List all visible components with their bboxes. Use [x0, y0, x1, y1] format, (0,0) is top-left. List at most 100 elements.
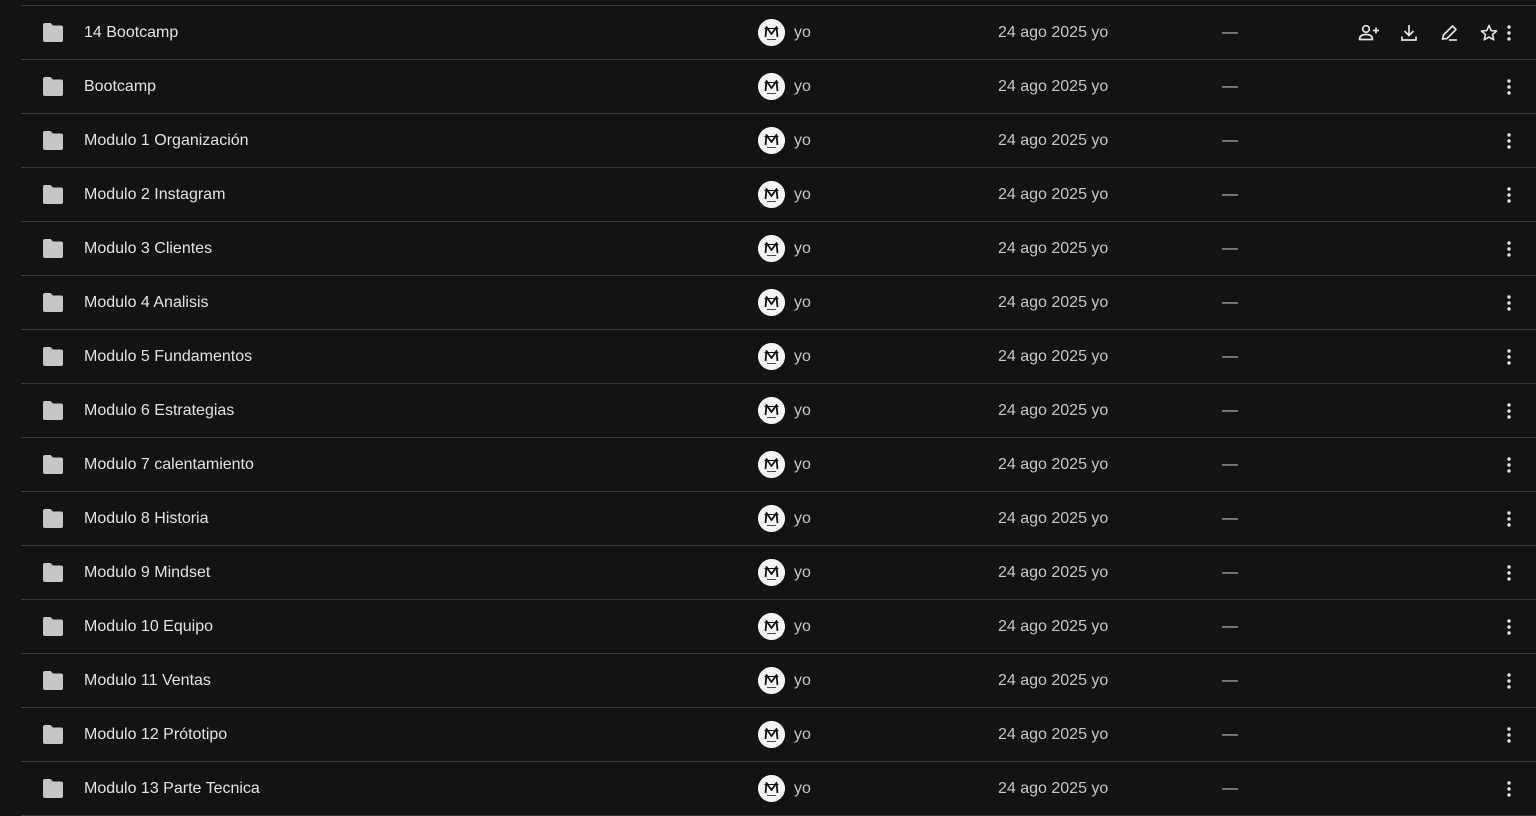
file-size: — — [1222, 780, 1238, 797]
file-size: — — [1222, 78, 1238, 95]
avatar[interactable] — [758, 181, 785, 208]
download-icon[interactable] — [1395, 19, 1423, 47]
avatar[interactable] — [758, 19, 785, 46]
avatar[interactable] — [758, 667, 785, 694]
avatar[interactable] — [758, 127, 785, 154]
file-name[interactable]: Modulo 2 Instagram — [84, 168, 225, 221]
file-name[interactable]: Modulo 5 Fundamentos — [84, 330, 252, 383]
file-size: — — [1222, 726, 1238, 743]
file-name[interactable]: Modulo 13 Parte Tecnica — [84, 762, 260, 815]
table-row[interactable]: 14 Bootcamp yo 24 ago 2025 yo — — [21, 6, 1536, 60]
modified-date: 24 ago 2025 yo — [998, 564, 1109, 581]
owner-label: yo — [794, 456, 811, 473]
modified-date: 24 ago 2025 yo — [998, 402, 1109, 419]
file-name[interactable]: Modulo 9 Mindset — [84, 546, 210, 599]
table-row[interactable]: Modulo 13 Parte Tecnica yo 24 ago 2025 y… — [21, 762, 1536, 816]
modified-date: 24 ago 2025 yo — [998, 24, 1109, 41]
more-vert-icon[interactable] — [1495, 289, 1523, 317]
file-size: — — [1222, 672, 1238, 689]
file-name[interactable]: 14 Bootcamp — [84, 6, 178, 59]
avatar[interactable] — [758, 775, 785, 802]
folder-icon — [41, 671, 65, 691]
file-name[interactable]: Modulo 7 calentamiento — [84, 438, 254, 491]
modified-date: 24 ago 2025 yo — [998, 780, 1109, 797]
folder-icon — [41, 509, 65, 529]
folder-icon — [41, 563, 65, 583]
avatar[interactable] — [758, 451, 785, 478]
file-name[interactable]: Bootcamp — [84, 60, 156, 113]
avatar[interactable] — [758, 289, 785, 316]
more-vert-icon[interactable] — [1495, 775, 1523, 803]
table-row[interactable]: Modulo 2 Instagram yo 24 ago 2025 yo — — [21, 168, 1536, 222]
owner-label: yo — [794, 564, 811, 581]
avatar[interactable] — [758, 73, 785, 100]
file-name[interactable]: Modulo 4 Analisis — [84, 276, 209, 329]
more-vert-icon[interactable] — [1495, 397, 1523, 425]
more-vert-icon[interactable] — [1495, 451, 1523, 479]
folder-icon — [41, 455, 65, 475]
owner-label: yo — [794, 726, 811, 743]
table-row[interactable]: Modulo 7 calentamiento yo 24 ago 2025 yo… — [21, 438, 1536, 492]
table-row[interactable]: Bootcamp yo 24 ago 2025 yo — — [21, 60, 1536, 114]
modified-date: 24 ago 2025 yo — [998, 726, 1109, 743]
owner-label: yo — [794, 294, 811, 311]
folder-icon — [41, 239, 65, 259]
more-vert-icon[interactable] — [1495, 667, 1523, 695]
more-vert-icon[interactable] — [1495, 181, 1523, 209]
table-row[interactable]: Modulo 4 Analisis yo 24 ago 2025 yo — — [21, 276, 1536, 330]
avatar[interactable] — [758, 235, 785, 262]
file-size: — — [1222, 186, 1238, 203]
folder-icon — [41, 77, 65, 97]
file-name[interactable]: Modulo 10 Equipo — [84, 600, 213, 653]
file-size: — — [1222, 240, 1238, 257]
table-row[interactable]: Modulo 5 Fundamentos yo 24 ago 2025 yo — — [21, 330, 1536, 384]
owner-label: yo — [794, 510, 811, 527]
table-row[interactable]: Modulo 10 Equipo yo 24 ago 2025 yo — — [21, 600, 1536, 654]
file-name[interactable]: Modulo 8 Historia — [84, 492, 209, 545]
folder-icon — [41, 617, 65, 637]
folder-icon — [41, 293, 65, 313]
table-row[interactable]: Modulo 11 Ventas yo 24 ago 2025 yo — — [21, 654, 1536, 708]
table-row[interactable]: Modulo 3 Clientes yo 24 ago 2025 yo — — [21, 222, 1536, 276]
share-icon[interactable] — [1355, 19, 1383, 47]
more-vert-icon[interactable] — [1495, 19, 1523, 47]
table-row[interactable]: Modulo 8 Historia yo 24 ago 2025 yo — — [21, 492, 1536, 546]
folder-icon — [41, 347, 65, 367]
file-name[interactable]: Modulo 1 Organización — [84, 114, 249, 167]
more-vert-icon[interactable] — [1495, 127, 1523, 155]
owner-label: yo — [794, 780, 811, 797]
modified-date: 24 ago 2025 yo — [998, 186, 1109, 203]
avatar[interactable] — [758, 343, 785, 370]
owner-label: yo — [794, 132, 811, 149]
file-size: — — [1222, 402, 1238, 419]
owner-label: yo — [794, 402, 811, 419]
file-name[interactable]: Modulo 11 Ventas — [84, 654, 211, 707]
more-vert-icon[interactable] — [1495, 505, 1523, 533]
file-size: — — [1222, 456, 1238, 473]
avatar[interactable] — [758, 397, 785, 424]
file-name[interactable]: Modulo 3 Clientes — [84, 222, 212, 275]
more-vert-icon[interactable] — [1495, 721, 1523, 749]
table-row[interactable]: Modulo 9 Mindset yo 24 ago 2025 yo — — [21, 546, 1536, 600]
avatar[interactable] — [758, 613, 785, 640]
modified-date: 24 ago 2025 yo — [998, 456, 1109, 473]
table-row[interactable]: Modulo 12 Prótotipo yo 24 ago 2025 yo — — [21, 708, 1536, 762]
folder-icon — [41, 725, 65, 745]
more-vert-icon[interactable] — [1495, 613, 1523, 641]
file-name[interactable]: Modulo 12 Prótotipo — [84, 708, 227, 761]
owner-label: yo — [794, 78, 811, 95]
file-size: — — [1222, 618, 1238, 635]
avatar[interactable] — [758, 721, 785, 748]
avatar[interactable] — [758, 505, 785, 532]
avatar[interactable] — [758, 559, 785, 586]
rename-icon[interactable] — [1435, 19, 1463, 47]
table-row[interactable]: Modulo 6 Estrategias yo 24 ago 2025 yo — — [21, 384, 1536, 438]
more-vert-icon[interactable] — [1495, 235, 1523, 263]
table-row[interactable]: Modulo 1 Organización yo 24 ago 2025 yo … — [21, 114, 1536, 168]
more-vert-icon[interactable] — [1495, 73, 1523, 101]
folder-icon — [41, 131, 65, 151]
file-size: — — [1222, 348, 1238, 365]
file-name[interactable]: Modulo 6 Estrategias — [84, 384, 234, 437]
more-vert-icon[interactable] — [1495, 343, 1523, 371]
more-vert-icon[interactable] — [1495, 559, 1523, 587]
